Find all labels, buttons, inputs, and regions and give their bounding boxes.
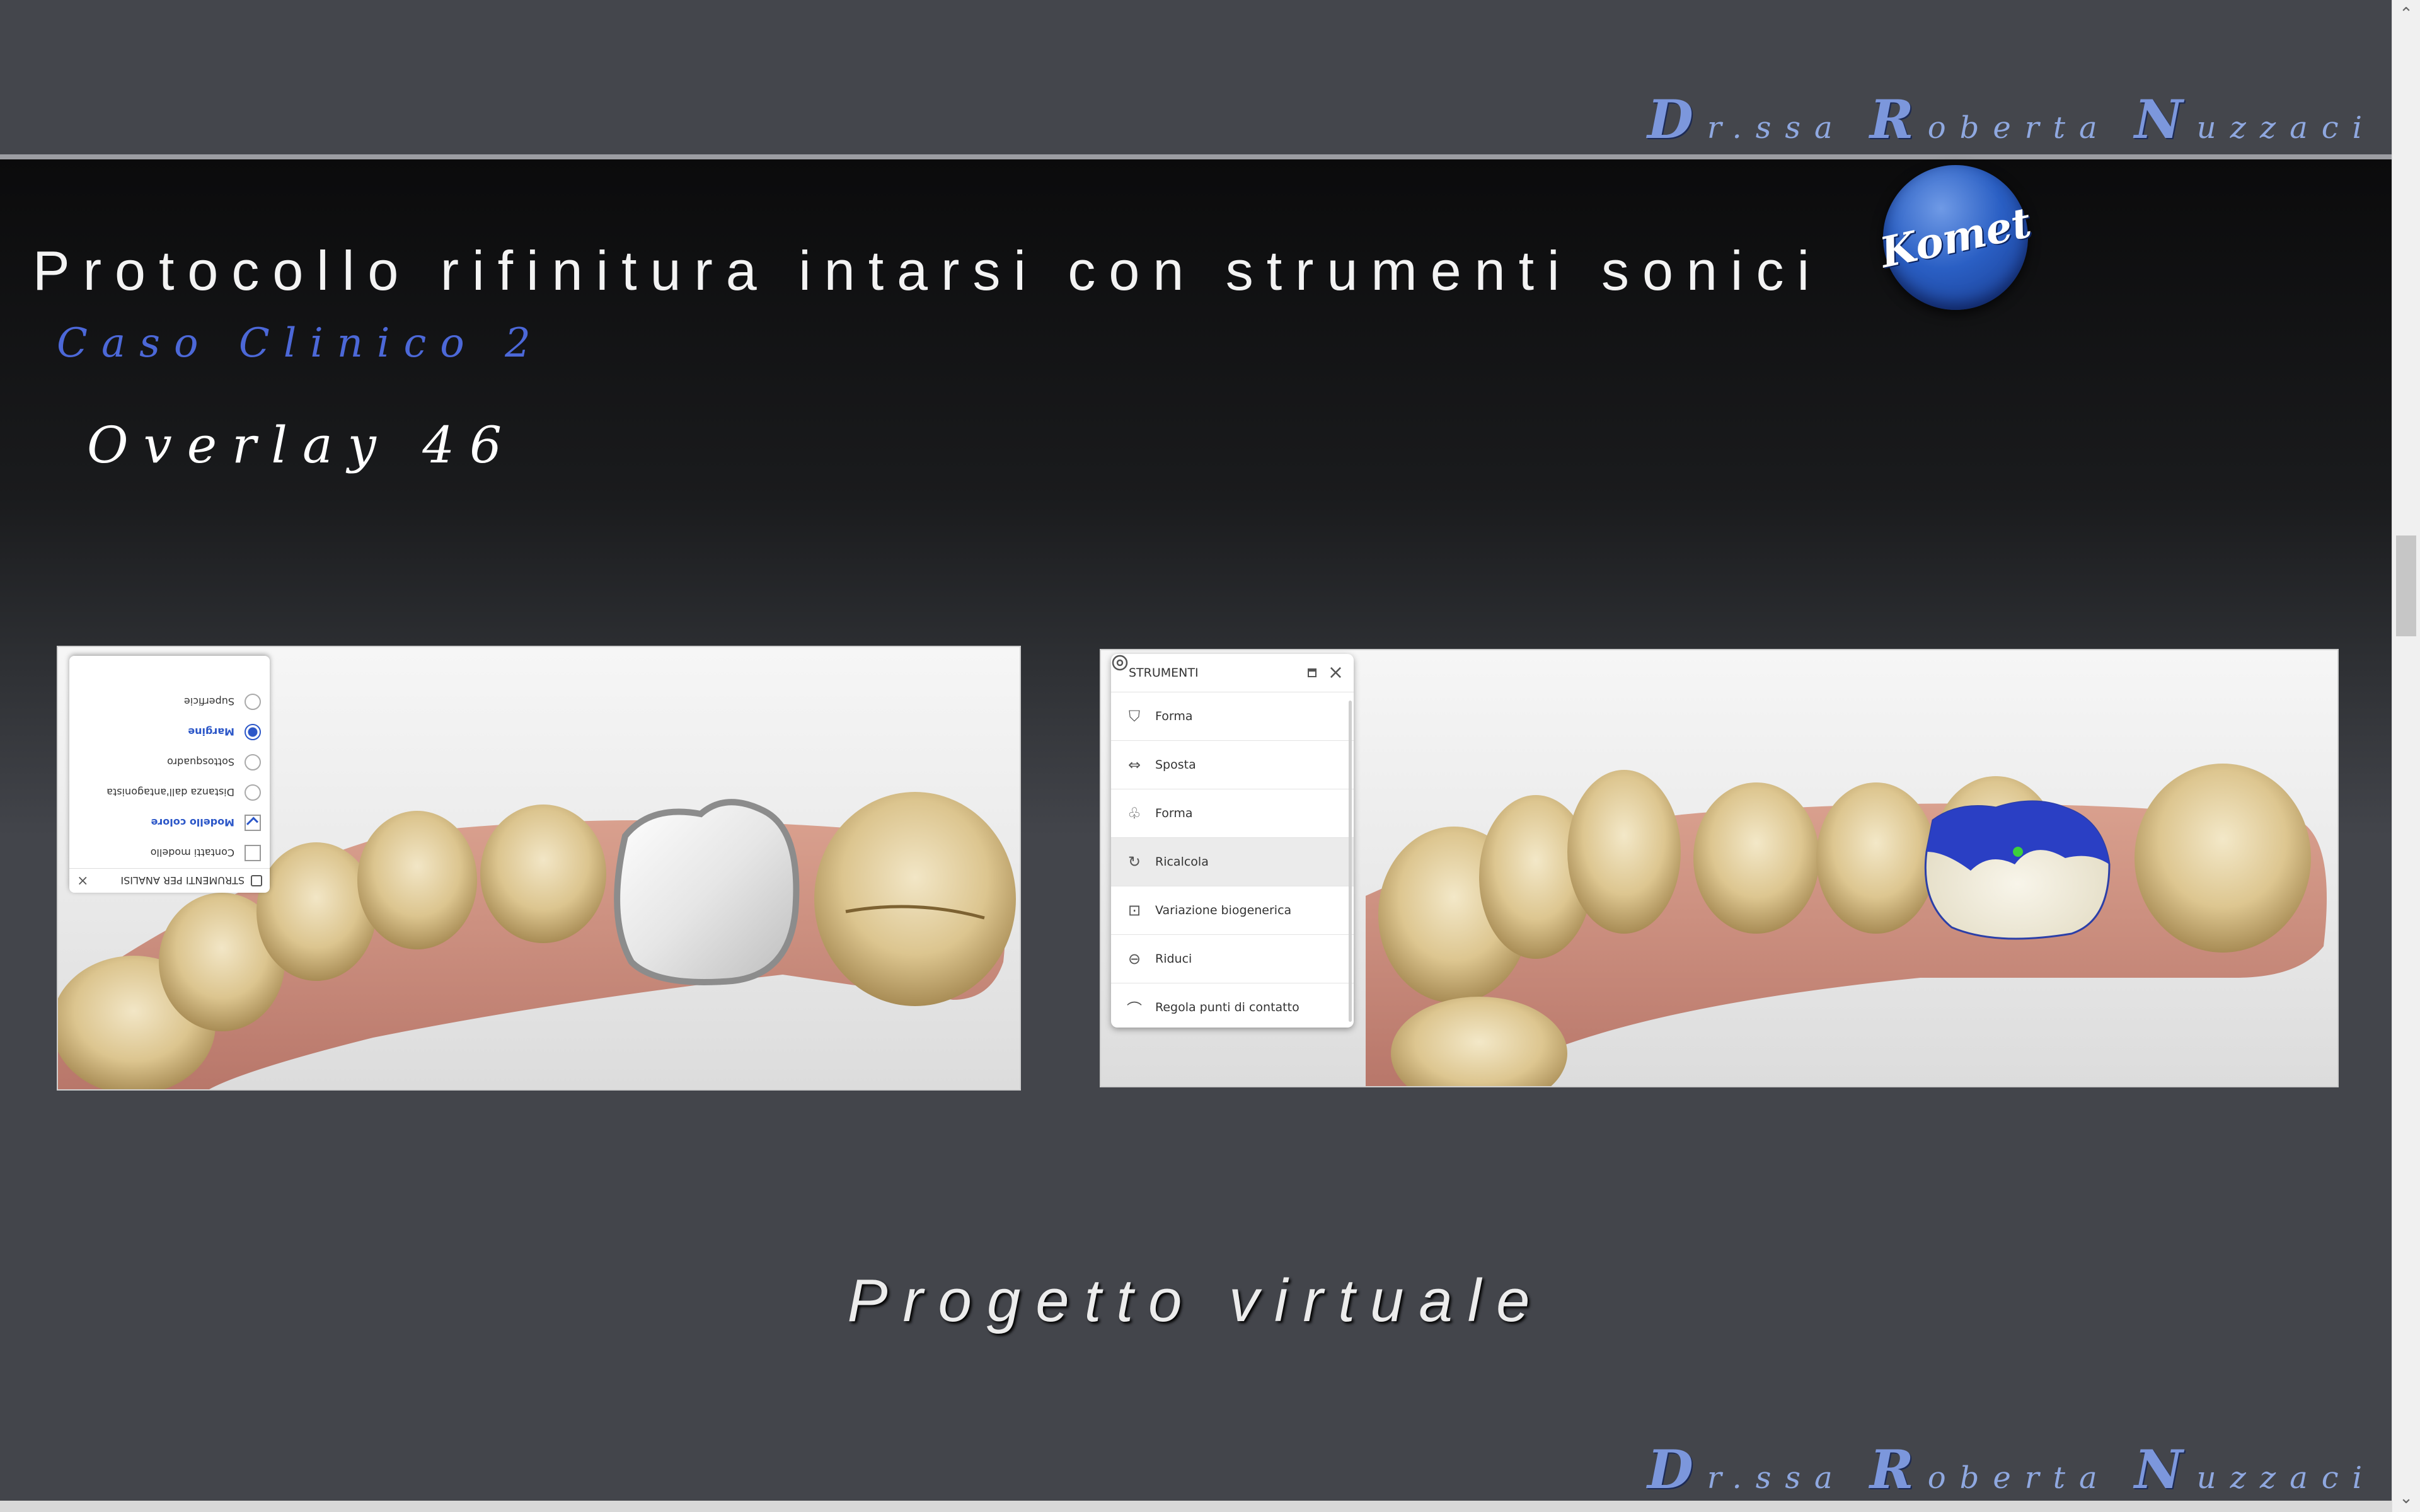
contact-points-icon: ⌒ xyxy=(1127,1000,1142,1018)
komet-logo: Komet xyxy=(1876,165,2036,310)
tools-panel-title: STRUMENTI xyxy=(1129,666,1199,680)
slide-title: Protocollo rifinitura intarsi con strume… xyxy=(33,239,1823,302)
option-superficie[interactable]: Superficie xyxy=(69,687,270,717)
tool-label: Forma xyxy=(1155,709,1193,723)
footer-signature: Dr.ssa Roberta Nuzzaci xyxy=(1647,1438,2376,1501)
analysis-tools-panel: STRUMENTI PER ANALISI × Contatti modello… xyxy=(69,656,270,893)
option-distanza-antagonista[interactable]: Distanza dall'antagonista xyxy=(69,777,270,808)
tool-forma[interactable]: ⛉ Forma xyxy=(1111,692,1354,741)
radio[interactable] xyxy=(245,694,261,710)
analysis-icon xyxy=(251,875,262,886)
minimize-icon[interactable] xyxy=(1307,668,1317,677)
tool-ricalcola[interactable]: ↻ Ricalcola xyxy=(1111,838,1354,886)
sig-first: r.ssa xyxy=(1707,110,1847,146)
tool-forma-2[interactable]: ♧ Forma xyxy=(1111,789,1354,838)
tool-label: Variazione biogenerica xyxy=(1155,903,1292,917)
slide-caption: Progetto virtuale xyxy=(847,1267,1545,1334)
tools-panel-header: STRUMENTI × xyxy=(1111,654,1354,692)
right-scan-image: STRUMENTI × ⛉ Forma ⇔ Sposta ♧ Forma ↻ R… xyxy=(1100,649,2339,1087)
scroll-up-icon[interactable]: ⌃ xyxy=(2392,0,2420,28)
checkbox-checked[interactable] xyxy=(245,815,261,831)
header-divider xyxy=(0,154,2392,159)
case-subtitle: Caso Clinico 2 xyxy=(57,320,544,367)
tool-label: Forma xyxy=(1155,806,1193,820)
reduce-icon: ⊖ xyxy=(1127,950,1141,968)
tool-regola-punti-contatto[interactable]: ⌒ Regola punti di contatto xyxy=(1111,983,1354,1031)
option-margine[interactable]: Margine xyxy=(69,717,270,747)
tool-label: Riduci xyxy=(1155,952,1192,966)
tool-label: Sposta xyxy=(1155,758,1196,772)
radio[interactable] xyxy=(245,754,261,770)
tool-sposta[interactable]: ⇔ Sposta xyxy=(1111,741,1354,789)
radio[interactable] xyxy=(245,784,261,801)
sig-third: uzzaci xyxy=(2196,1460,2376,1496)
sig-first: r.ssa xyxy=(1707,1460,1847,1496)
tool-variazione-biogenerica[interactable]: ⊡ Variazione biogenerica xyxy=(1111,886,1354,935)
horizontal-scrollbar[interactable] xyxy=(0,1501,2392,1512)
option-label: Sottosquadro xyxy=(167,756,234,769)
tooth-cursor-icon: ⛉ xyxy=(1129,707,1140,725)
option-sottosquadro[interactable]: Sottosquadro xyxy=(69,747,270,777)
sig-second: oberta xyxy=(1927,1460,2111,1496)
overlay-label: Overlay 46 xyxy=(87,416,517,474)
checkbox[interactable] xyxy=(245,845,261,861)
close-icon[interactable]: × xyxy=(77,873,88,889)
sig-third: uzzaci xyxy=(2196,110,2376,146)
scroll-down-icon[interactable]: ⌄ xyxy=(2392,1484,2420,1512)
tooth-shape-icon: ♧ xyxy=(1127,805,1141,822)
scroll-thumb[interactable] xyxy=(2396,536,2416,636)
tools-panel: STRUMENTI × ⛉ Forma ⇔ Sposta ♧ Forma ↻ R… xyxy=(1111,654,1354,1028)
option-label: Modello colore xyxy=(151,816,234,829)
tool-riduci[interactable]: ⊖ Riduci xyxy=(1111,935,1354,983)
header-signature: Dr.ssa Roberta Nuzzaci xyxy=(1647,88,2376,151)
option-label: Superficie xyxy=(183,696,234,708)
tool-label: Regola punti di contatto xyxy=(1155,1000,1299,1014)
sig-second: oberta xyxy=(1927,110,2111,146)
option-label: Distanza dall'antagonista xyxy=(107,786,234,799)
close-icon[interactable]: × xyxy=(1328,663,1344,682)
option-label: Contatti modello xyxy=(150,847,234,859)
vertical-scrollbar[interactable]: ⌃ ⌄ xyxy=(2392,0,2420,1512)
left-scan-image: STRUMENTI PER ANALISI × Contatti modello… xyxy=(57,646,1021,1091)
radio-selected[interactable] xyxy=(245,724,261,740)
tools-scrollbar[interactable] xyxy=(1349,701,1352,1022)
move-tooth-icon: ⇔ xyxy=(1127,756,1141,774)
recalculate-icon: ↻ xyxy=(1127,853,1141,871)
analysis-panel-header: STRUMENTI PER ANALISI × xyxy=(69,868,270,893)
biogeneric-icon: ⊡ xyxy=(1127,902,1141,919)
option-label: Margine xyxy=(188,726,234,738)
logo-text: Komet xyxy=(1876,197,2036,278)
tool-label: Ricalcola xyxy=(1155,855,1209,869)
option-contatti-modello[interactable]: Contatti modello xyxy=(69,838,270,868)
analysis-panel-title: STRUMENTI PER ANALISI xyxy=(120,874,245,887)
option-modello-colore[interactable]: Modello colore xyxy=(69,808,270,838)
